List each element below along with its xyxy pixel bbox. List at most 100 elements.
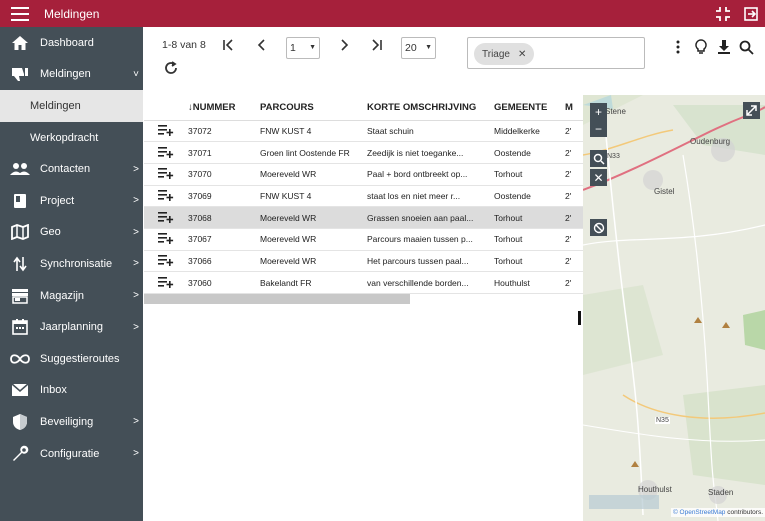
- page-select[interactable]: 1 ▼: [286, 37, 320, 59]
- first-page-icon[interactable]: [220, 37, 238, 55]
- cell-m: 2': [565, 206, 583, 229]
- search-icon[interactable]: [735, 37, 758, 57]
- cell-kort: staat los en niet meer r...: [367, 185, 494, 208]
- sidebar-subitem-meldingen[interactable]: Meldingen: [0, 90, 143, 122]
- horizontal-scrollbar[interactable]: [144, 294, 410, 304]
- map-label: N35: [655, 417, 670, 424]
- cell-parcours: Moereveld WR: [260, 228, 367, 251]
- map-label: Gistel: [654, 187, 675, 196]
- filter-chip-label: Triage: [482, 48, 510, 60]
- map-label: Houthulst: [638, 485, 672, 494]
- playlist-add-icon[interactable]: [158, 276, 174, 290]
- logout-icon[interactable]: [737, 0, 765, 27]
- zoom-area-icon[interactable]: [590, 150, 607, 167]
- playlist-add-icon[interactable]: [158, 189, 174, 203]
- playlist-add-icon[interactable]: [158, 146, 174, 160]
- cell-m: 2': [565, 163, 583, 186]
- sidebar-item-jaarplanning[interactable]: Jaarplanning >: [0, 311, 143, 343]
- chevron-right-icon: >: [133, 226, 139, 238]
- refresh-icon[interactable]: [161, 58, 181, 78]
- expand-map-icon[interactable]: [743, 102, 760, 119]
- playlist-add-icon[interactable]: [158, 254, 174, 268]
- chevron-right-icon: >: [133, 290, 139, 302]
- cell-parcours: Moereveld WR: [260, 250, 367, 273]
- previous-page-icon[interactable]: [254, 37, 272, 55]
- sidebar-item-label: Meldingen: [40, 68, 91, 81]
- clear-selection-icon[interactable]: ✕: [590, 169, 607, 186]
- fullscreen-icon[interactable]: [709, 0, 737, 27]
- cell-nummer: 37069: [188, 185, 260, 208]
- sidebar-item-synchronisatie[interactable]: Synchronisatie >: [0, 248, 143, 280]
- next-page-icon[interactable]: [336, 37, 354, 55]
- results-table-container: ↓NUMMER PARCOURS KORTE OMSCHRIJVING GEME…: [144, 95, 583, 305]
- table-row[interactable]: 37066 Moereveld WR Het parcours tussen paa…: [144, 250, 583, 273]
- disable-layer-icon[interactable]: [590, 219, 607, 236]
- table-row[interactable]: 37067 Moereveld WR Parcours maaien tussen …: [144, 228, 583, 251]
- top-bar: Meldingen: [0, 0, 765, 27]
- chevron-right-icon: >: [133, 258, 139, 270]
- sidebar-item-contacten[interactable]: Contacten >: [0, 153, 143, 185]
- sidebar-item-label: Contacten: [40, 163, 91, 176]
- sidebar-item-label: Meldingen: [30, 99, 81, 112]
- zoom-out-button[interactable]: −: [590, 120, 607, 137]
- table-row[interactable]: 37069 FNW KUST 4 staat los en niet meer r.…: [144, 185, 583, 208]
- infinity-icon: [0, 353, 40, 365]
- mail-icon: [0, 383, 40, 397]
- table-row[interactable]: 37060 Bakelandt FR van verschillende borde…: [144, 271, 583, 294]
- table-row[interactable]: 37070 Moereveld WR Paal + bord ontbreekt o…: [144, 163, 583, 186]
- sidebar: Dashboard Meldingen ˅ Meldingen Werkopdr…: [0, 27, 143, 521]
- column-header-nummer[interactable]: ↓NUMMER: [188, 95, 260, 121]
- sidebar-item-suggestieroutes[interactable]: Suggestieroutes: [0, 343, 143, 375]
- sidebar-item-magazijn[interactable]: Magazijn >: [0, 280, 143, 312]
- column-header-parcours[interactable]: PARCOURS: [260, 95, 367, 121]
- lightbulb-icon[interactable]: [689, 37, 712, 57]
- sidebar-item-geo[interactable]: Geo >: [0, 217, 143, 249]
- column-header-m[interactable]: M: [565, 95, 583, 121]
- cell-kort: Het parcours tussen paal...: [367, 250, 494, 273]
- row-actions-cell: [144, 141, 188, 164]
- cell-gemeente: Torhout: [494, 228, 565, 251]
- playlist-add-icon[interactable]: [158, 124, 174, 138]
- page-size-select[interactable]: 20 ▼: [401, 37, 436, 59]
- table-row[interactable]: 37071 Groen lint Oostende FR Zeedijk is ni…: [144, 141, 583, 164]
- cell-parcours: Moereveld WR: [260, 206, 367, 229]
- cell-m: 2': [565, 185, 583, 208]
- column-header-korte-omschrijving[interactable]: KORTE OMSCHRIJVING: [367, 95, 494, 121]
- sidebar-item-beveiliging[interactable]: Beveiliging >: [0, 406, 143, 438]
- cell-gemeente: Torhout: [494, 250, 565, 273]
- sidebar-item-label: Project: [40, 194, 75, 207]
- sidebar-item-inbox[interactable]: Inbox: [0, 375, 143, 407]
- playlist-add-icon[interactable]: [158, 232, 174, 246]
- playlist-add-icon[interactable]: [158, 167, 174, 181]
- cell-kort: van verschillende borden...: [367, 271, 494, 294]
- filter-input[interactable]: Triage ✕: [467, 37, 645, 69]
- row-actions-cell: [144, 163, 188, 186]
- table-row[interactable]: 37072 FNW KUST 4 Staat schuin Middelkerke 2': [144, 120, 583, 143]
- more-vertical-icon[interactable]: [666, 37, 689, 57]
- chip-remove-icon[interactable]: ✕: [518, 49, 526, 60]
- download-icon[interactable]: [712, 37, 735, 57]
- openstreetmap-link[interactable]: © OpenStreetMap: [673, 509, 725, 516]
- store-icon: [0, 288, 40, 304]
- cell-kort: Grassen snoeien aan paal...: [367, 206, 494, 229]
- sidebar-item-project[interactable]: Project >: [0, 185, 143, 217]
- last-page-icon[interactable]: [369, 37, 387, 55]
- sidebar-item-label: Werkopdracht: [30, 131, 99, 144]
- table-header-row: ↓NUMMER PARCOURS KORTE OMSCHRIJVING GEME…: [144, 95, 583, 121]
- playlist-add-icon[interactable]: [158, 211, 174, 225]
- hamburger-menu-icon[interactable]: [0, 0, 40, 27]
- cell-nummer: 37060: [188, 271, 260, 294]
- column-header-gemeente[interactable]: GEMEENTE: [494, 95, 565, 121]
- column-header-actions: [144, 95, 188, 121]
- sidebar-item-configuratie[interactable]: Configuratie >: [0, 438, 143, 470]
- chevron-right-icon: >: [133, 163, 139, 175]
- table-row[interactable]: 37068 Moereveld WR Grassen snoeien aan paa…: [144, 206, 583, 229]
- sidebar-subitem-werkopdracht[interactable]: Werkopdracht: [0, 122, 143, 154]
- sidebar-item-label: Configuratie: [40, 447, 100, 460]
- zoom-in-button[interactable]: +: [590, 103, 607, 120]
- sidebar-item-dashboard[interactable]: Dashboard: [0, 27, 143, 59]
- map-view[interactable]: Stene Oudenburg Gistel N33 N35 Houthulst…: [583, 95, 765, 521]
- sidebar-item-meldingen[interactable]: Meldingen ˅: [0, 59, 143, 91]
- resize-handle[interactable]: [578, 311, 581, 325]
- dropdown-arrow-icon: ▼: [309, 44, 316, 51]
